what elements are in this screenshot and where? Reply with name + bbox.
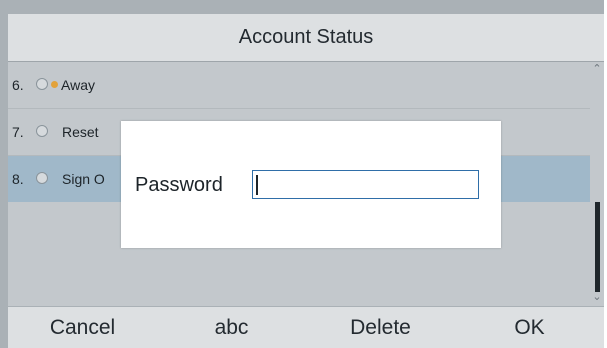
cancel-softkey[interactable]: Cancel [8, 307, 157, 348]
scrollbar-thumb[interactable] [595, 202, 600, 292]
list-item-away[interactable]: 6. Away [8, 62, 590, 109]
list-item-label: Away [61, 77, 95, 93]
softkey-bar: Cancel abc Delete OK [8, 307, 604, 348]
radio-icon[interactable] [36, 78, 48, 90]
abc-input-mode-softkey[interactable]: abc [157, 307, 306, 348]
text-caret [256, 175, 258, 195]
password-field[interactable] [252, 170, 479, 199]
away-status-icon [51, 81, 58, 88]
chevron-down-icon[interactable]: ⌄ [590, 290, 604, 304]
list-item-number: 7. [12, 124, 24, 140]
list-item-number: 8. [12, 171, 24, 187]
chevron-up-icon[interactable]: ⌃ [590, 62, 604, 76]
list-item-number: 6. [12, 77, 24, 93]
ok-softkey[interactable]: OK [455, 307, 604, 348]
page-title: Account Status [8, 14, 604, 62]
radio-icon[interactable] [36, 172, 48, 184]
list-item-label: Reset [62, 124, 99, 140]
phone-screen: Account Status 6. Away 7. Reset 8. Sign … [0, 0, 604, 348]
list-item-label: Sign O [62, 171, 105, 187]
password-dialog: Password [121, 121, 501, 248]
radio-icon[interactable] [36, 125, 48, 137]
scrollbar[interactable]: ⌃ ⌄ [590, 62, 604, 306]
password-label: Password [135, 174, 223, 196]
delete-softkey[interactable]: Delete [306, 307, 455, 348]
